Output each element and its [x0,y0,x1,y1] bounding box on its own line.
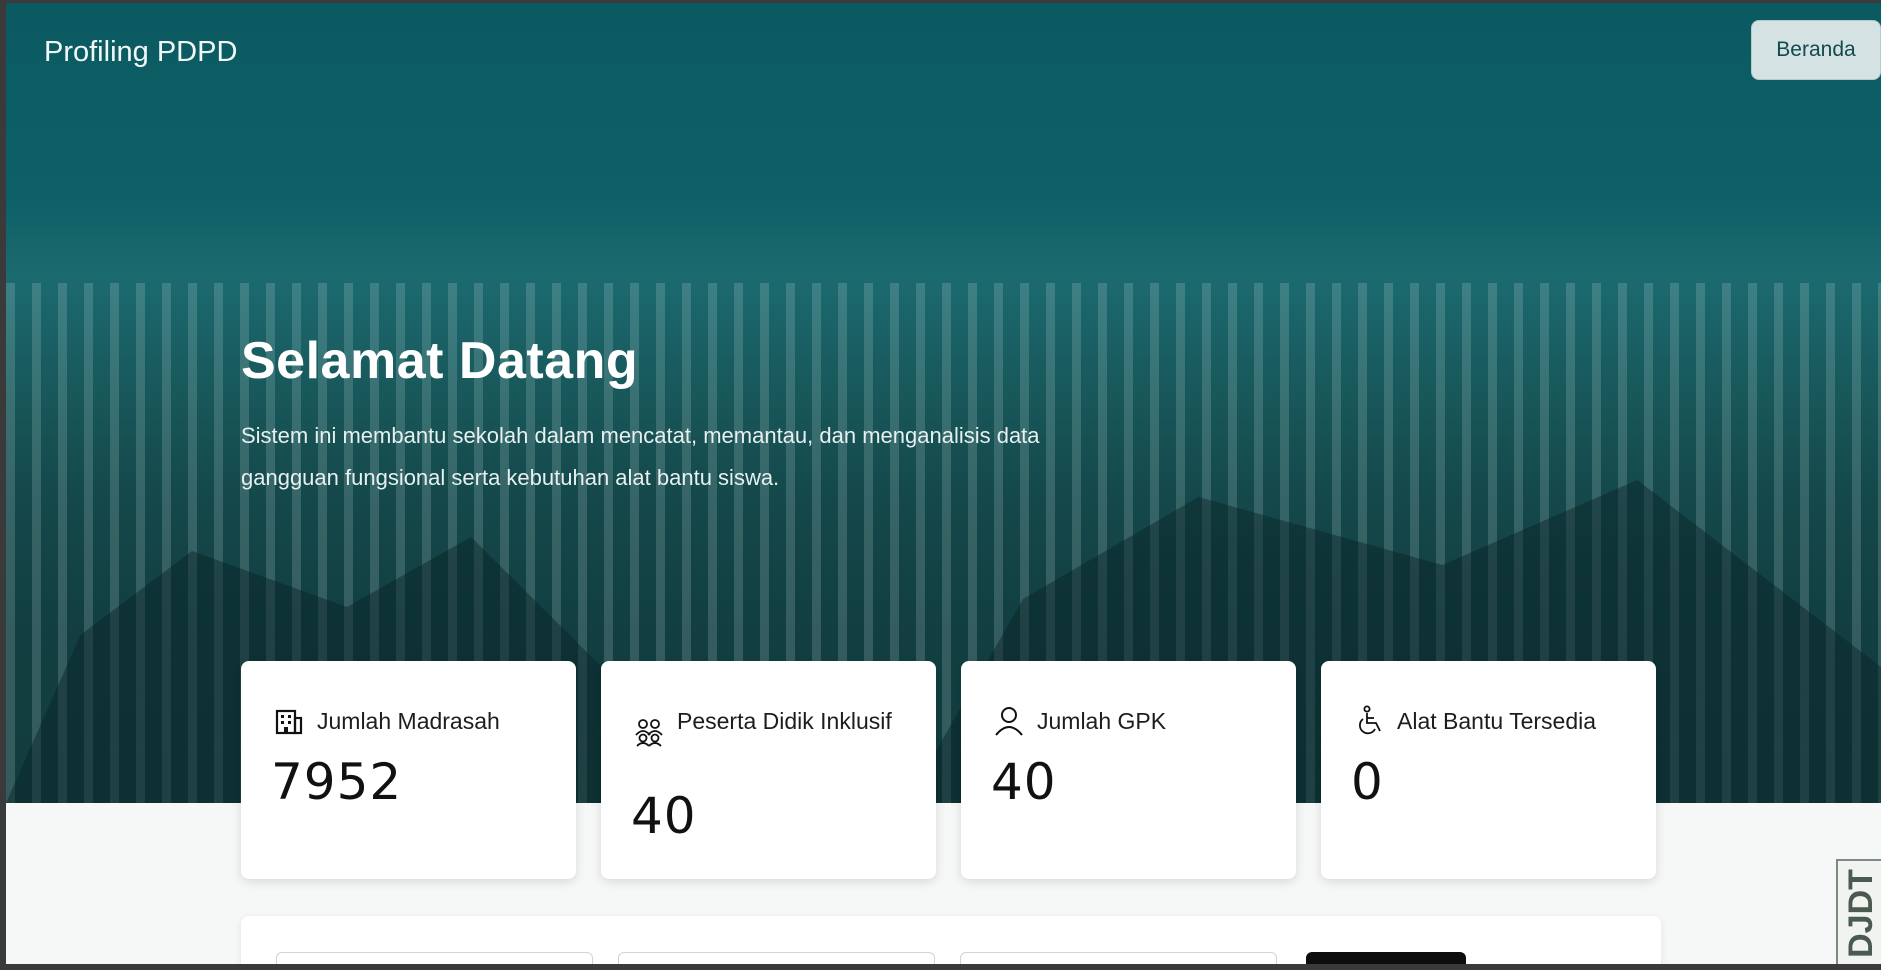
browser-viewport: Profiling PDPD Beranda Selamat Datang Si… [6,3,1881,964]
stat-card-header: Jumlah GPK [993,703,1287,739]
stat-label: Jumlah Madrasah [317,708,500,734]
stat-card-header: Jumlah Madrasah [273,703,567,739]
filter-submit-button[interactable] [1306,952,1466,964]
building-icon [275,709,303,735]
filter-field-1[interactable] [276,952,593,964]
stat-value: 40 [631,787,697,845]
stat-value: 40 [991,753,1057,811]
stat-card-gpk: Jumlah GPK 40 [961,661,1296,879]
top-navbar: Profiling PDPD Beranda [6,3,1881,103]
stat-label: Peserta Didik Inklusif [677,708,892,734]
wheelchair-icon [1359,705,1381,735]
stat-value: 7952 [271,753,403,811]
users-icon [635,719,663,747]
stat-label: Jumlah GPK [1037,708,1167,734]
stat-card-alat-bantu: Alat Bantu Tersedia 0 [1321,661,1656,879]
brand-title[interactable]: Profiling PDPD [44,36,237,69]
nav-home-button[interactable]: Beranda [1751,20,1881,80]
side-floating-badge[interactable]: DJDT [1836,859,1881,964]
hero-description: Sistem ini membantu sekolah dalam mencat… [241,423,1040,490]
stat-card-header: Peserta Didik Inklusif [633,703,907,747]
stat-label: Alat Bantu Tersedia [1397,708,1597,734]
user-icon [995,707,1023,736]
stat-value: 0 [1351,753,1384,811]
stat-card-madrasah: Jumlah Madrasah 7952 [241,661,576,879]
hero-title: Selamat Datang [241,332,639,390]
filter-field-2[interactable] [618,952,935,964]
stat-card-header: Alat Bantu Tersedia [1353,703,1647,739]
stat-card-peserta-didik: Peserta Didik Inklusif 40 [601,661,936,879]
filter-field-3[interactable] [960,952,1277,964]
filter-panel [241,916,1661,964]
badge-label: DJDT [1842,868,1881,958]
